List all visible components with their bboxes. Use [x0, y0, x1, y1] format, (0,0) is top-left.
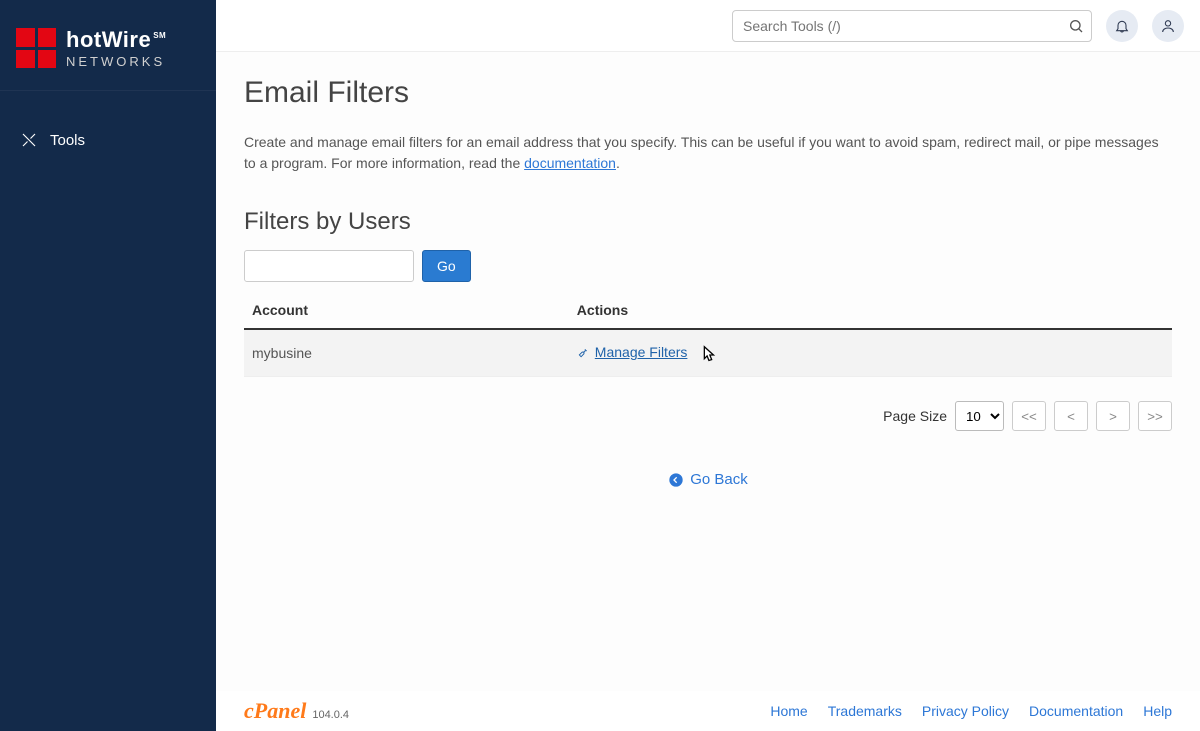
manage-filters-link[interactable]: Manage Filters: [577, 344, 688, 360]
cpanel-version: 104.0.4: [312, 709, 349, 721]
footer-link-home[interactable]: Home: [770, 703, 807, 719]
wrench-crossed-icon: [20, 131, 38, 149]
table-row: mybusine Manage Filters: [244, 329, 1172, 377]
main: Email Filters Create and manage email fi…: [216, 0, 1200, 731]
search-input[interactable]: [732, 10, 1092, 42]
go-back-label: Go Back: [690, 471, 748, 488]
column-actions: Actions: [569, 292, 1172, 329]
user-icon: [1160, 18, 1176, 34]
manage-filters-label: Manage Filters: [595, 344, 688, 360]
brand-subtitle: NETWORKS: [66, 55, 166, 68]
pager-next[interactable]: >: [1096, 401, 1130, 431]
back-arrow-icon: [668, 472, 684, 488]
footer-link-help[interactable]: Help: [1143, 703, 1172, 719]
footer-link-privacy[interactable]: Privacy Policy: [922, 703, 1009, 719]
section-title: Filters by Users: [244, 208, 1172, 236]
footer: cPanel 104.0.4 Home Trademarks Privacy P…: [216, 691, 1200, 731]
pager-first[interactable]: <<: [1012, 401, 1046, 431]
pager: Page Size 10 << < > >>: [244, 401, 1172, 431]
documentation-link[interactable]: documentation: [524, 155, 616, 171]
bell-icon: [1114, 18, 1130, 34]
footer-link-documentation[interactable]: Documentation: [1029, 703, 1123, 719]
go-button[interactable]: Go: [422, 250, 471, 282]
account-button[interactable]: [1152, 10, 1184, 42]
wrench-icon: [577, 345, 591, 359]
sidebar: hotWireSM NETWORKS Tools: [0, 0, 216, 731]
go-back-link[interactable]: Go Back: [668, 471, 748, 488]
search-wrap: [732, 10, 1092, 42]
footer-link-trademarks[interactable]: Trademarks: [828, 703, 902, 719]
account-cell: mybusine: [244, 329, 569, 377]
sidebar-item-tools[interactable]: Tools: [0, 121, 216, 159]
cursor-icon: [697, 344, 719, 366]
page-size-select[interactable]: 10: [955, 401, 1004, 431]
sidebar-item-label: Tools: [50, 132, 85, 149]
brand-logo: hotWireSM NETWORKS: [0, 0, 216, 91]
notifications-button[interactable]: [1106, 10, 1138, 42]
pager-last[interactable]: >>: [1138, 401, 1172, 431]
search-icon: [1068, 18, 1084, 34]
column-account: Account: [244, 292, 569, 329]
content: Email Filters Create and manage email fi…: [216, 52, 1200, 691]
page-size-label: Page Size: [883, 408, 947, 424]
pager-prev[interactable]: <: [1054, 401, 1088, 431]
topbar: [216, 0, 1200, 52]
filter-input[interactable]: [244, 250, 414, 282]
page-title: Email Filters: [244, 76, 1172, 110]
page-description: Create and manage email filters for an e…: [244, 132, 1172, 174]
brand-logo-icon: [16, 28, 56, 68]
brand-name: hotWire: [66, 27, 151, 52]
brand-sm: SM: [153, 31, 166, 40]
accounts-table: Account Actions mybusine Manage Filters: [244, 292, 1172, 377]
cpanel-logo: cPanel: [244, 698, 306, 724]
